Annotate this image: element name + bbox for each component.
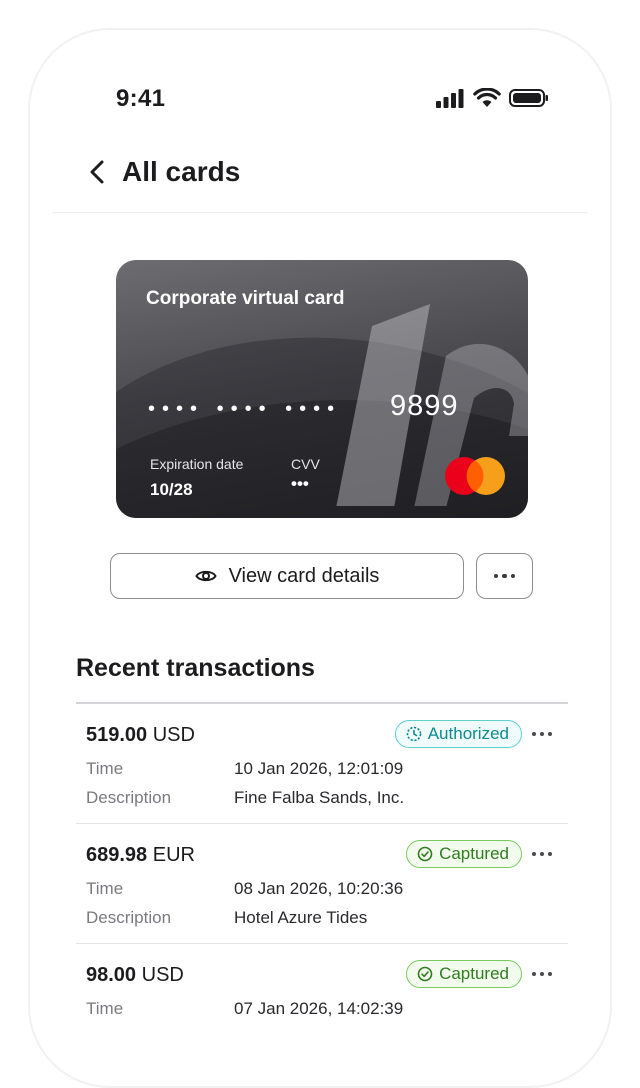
time-value: 08 Jan 2026, 10:20:36 — [234, 879, 404, 898]
time-label: Time — [86, 999, 124, 1018]
check-circle-icon — [417, 966, 433, 982]
eye-icon — [194, 570, 217, 582]
page-header: All cards — [82, 152, 240, 192]
status-badge: Captured — [406, 960, 522, 988]
transaction-amount: 519.00 USD — [86, 724, 195, 747]
battery-icon — [509, 89, 548, 107]
amount-value: 98.00 — [86, 964, 137, 986]
chevron-left-icon — [90, 160, 104, 184]
time-value: 10 Jan 2026, 12:01:09 — [234, 759, 404, 778]
status-icons — [435, 88, 549, 108]
back-button[interactable] — [82, 152, 112, 192]
card-more-button[interactable] — [476, 553, 533, 599]
clock-icon — [406, 726, 422, 742]
transaction-amount: 689.98 EUR — [86, 844, 195, 867]
more-horizontal-icon — [493, 573, 516, 579]
card-last4: 9899 — [390, 390, 459, 422]
amount-currency: USD — [152, 724, 195, 746]
status-label: Captured — [439, 964, 509, 983]
cvv-value: ••• — [291, 474, 309, 493]
cellular-signal-icon — [436, 89, 464, 108]
page-title: All cards — [122, 156, 241, 187]
transaction-row[interactable]: 98.00 USD Captured Time 07 Jan 2026, 14:… — [76, 944, 568, 1064]
description-value: Fine Falba Sands, Inc. — [234, 788, 405, 807]
description-label: Description — [86, 788, 172, 807]
mastercard-logo-icon — [445, 457, 505, 495]
transaction-more-button[interactable] — [530, 726, 554, 742]
card-title: Corporate virtual card — [146, 288, 345, 309]
amount-currency: USD — [141, 964, 184, 986]
time-value: 07 Jan 2026, 14:02:39 — [234, 999, 404, 1018]
more-horizontal-icon — [532, 852, 552, 856]
status-label: Authorized — [427, 724, 509, 743]
description-value: Hotel Azure Tides — [234, 908, 368, 927]
transaction-more-button[interactable] — [530, 846, 554, 862]
status-time: 9:41 — [116, 85, 166, 112]
description-label: Description — [86, 908, 172, 927]
cvv-label: CVV — [291, 456, 320, 472]
expiration-value: 10/28 — [150, 480, 193, 499]
time-label: Time — [86, 759, 124, 778]
more-horizontal-icon — [532, 972, 552, 976]
time-label: Time — [86, 879, 124, 898]
transactions-heading: Recent transactions — [76, 654, 315, 682]
view-card-details-button[interactable]: View card details — [110, 553, 464, 599]
virtual-card[interactable]: Corporate virtual card •••• •••• •••• 98… — [116, 260, 528, 518]
amount-value: 689.98 — [86, 844, 148, 866]
status-badge: Authorized — [394, 720, 522, 748]
transaction-more-button[interactable] — [530, 966, 554, 982]
status-label: Captured — [439, 844, 509, 863]
card-number-masked: •••• •••• •••• — [148, 398, 342, 420]
transaction-row[interactable]: 519.00 USD Authorized Time 10 Jan 2026, … — [76, 704, 568, 824]
check-circle-icon — [417, 846, 433, 862]
status-badge: Captured — [406, 840, 522, 868]
expiration-label: Expiration date — [150, 456, 244, 472]
amount-value: 519.00 — [86, 724, 148, 746]
more-horizontal-icon — [532, 732, 552, 736]
phone-frame: 9:41 All cards Corporate virtual card ••… — [28, 28, 612, 1088]
view-card-details-label: View card details — [228, 564, 380, 587]
amount-currency: EUR — [152, 844, 195, 866]
header-divider — [52, 212, 588, 213]
wifi-icon — [473, 88, 501, 107]
transaction-amount: 98.00 USD — [86, 964, 184, 987]
transaction-row[interactable]: 689.98 EUR Captured Time 08 Jan 2026, 10… — [76, 824, 568, 944]
